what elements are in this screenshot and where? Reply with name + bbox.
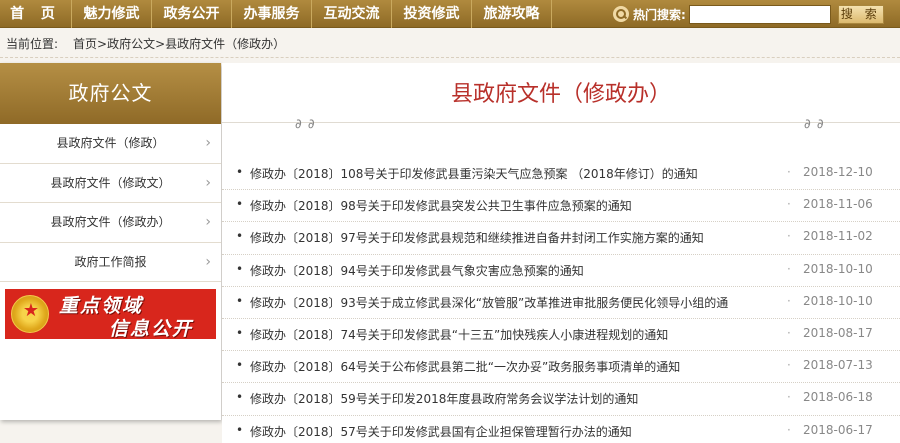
breadcrumb-divider [0, 57, 900, 58]
document-title-link[interactable]: 修政办〔2018〕57号关于印发修武县国有企业担保管理暂行办法的通知 [250, 423, 775, 440]
sidebar-item-work-brief[interactable]: 政府工作简报 › [0, 243, 221, 282]
separator-dot: · [787, 229, 791, 244]
breadcrumb-label: 当前位置: [6, 37, 59, 51]
bullet: • [236, 261, 244, 276]
separator-dot: · [787, 197, 791, 212]
nav-menu: 首 页 魅力修武 政务公开 办事服务 互动交流 投资修武 旅游攻略 [0, 0, 552, 28]
chevron-right-icon: › [205, 253, 211, 270]
sidebar-item-xiuzhengwen[interactable]: 县政府文件（修政文） › [0, 164, 221, 203]
banner-line-2: 信息公开 [109, 318, 194, 339]
document-date: 2018-10-10 [803, 261, 873, 276]
document-date: 2018-06-18 [803, 390, 873, 405]
document-date: 2018-11-06 [803, 197, 873, 212]
search-icon [613, 6, 629, 22]
bullet: • [236, 422, 244, 437]
breadcrumb: 当前位置: 首页>政府公文>县政府文件（修政办） [6, 35, 285, 52]
separator-dot: · [787, 422, 791, 437]
document-title-link[interactable]: 修政办〔2018〕74号关于印发修武县“十三五”加快残疾人小康进程规划的通知 [250, 326, 775, 343]
sidebar-item-xiuzhengban[interactable]: 县政府文件（修政办） › [0, 203, 221, 243]
sidebar-item-label: 县政府文件（修政文） [50, 175, 171, 190]
sidebar-title: 政府公文 [0, 63, 221, 124]
document-title-link[interactable]: 修政办〔2018〕94号关于印发修武县气象灾害应急预案的通知 [250, 262, 775, 279]
document-row[interactable]: • 修政办〔2018〕97号关于印发修武县规范和继续推进自备井封闭工作实施方案的通… [222, 222, 900, 255]
search-area: 热门搜索: 搜 索 [613, 3, 884, 25]
bullet: • [236, 358, 244, 373]
national-emblem-icon [11, 295, 50, 333]
nav-item-services[interactable]: 办事服务 [232, 0, 312, 28]
nav-item-interaction[interactable]: 互动交流 [312, 0, 392, 28]
separator-dot: · [787, 390, 791, 405]
document-row[interactable]: • 修政办〔2018〕74号关于印发修武县“十三五”加快残疾人小康进程规划的通知 ·… [222, 319, 900, 352]
document-date: 2018-11-02 [803, 229, 873, 244]
separator-dot: · [787, 325, 791, 340]
bullet: • [236, 165, 244, 179]
document-row[interactable]: • 修政办〔2018〕108号关于印发修武县重污染天气应急预案 （2018年修订）… [222, 158, 900, 191]
bullet: • [236, 197, 244, 212]
document-row[interactable]: • 修政办〔2018〕93号关于成立修武县深化“放管服”改革推进审批服务便民化领导… [222, 287, 900, 319]
document-list: • 修政办〔2018〕108号关于印发修武县重污染天气应急预案 （2018年修订）… [222, 158, 900, 443]
nav-item-charm[interactable]: 魅力修武 [72, 0, 152, 28]
sidebar: 政府公文 县政府文件（修政） › 县政府文件（修政文） › 县政府文件（修政办）… [0, 63, 221, 420]
document-row[interactable]: • 修政办〔2018〕57号关于印发修武县国有企业担保管理暂行办法的通知 · 2018… [222, 416, 900, 443]
clip-icon: ∂ ∂ [295, 117, 316, 132]
page-title: 县政府文件（修政办） [450, 82, 671, 107]
clip-icon: ∂ ∂ [804, 117, 825, 132]
document-title-link[interactable]: 修政办〔2018〕59号关于印发2018年度县政府常务会议学法计划的通知 [250, 390, 775, 407]
top-nav-bar: 首 页 魅力修武 政务公开 办事服务 互动交流 投资修武 旅游攻略 热门搜索: … [0, 0, 900, 28]
sidebar-item-xiuzheng[interactable]: 县政府文件（修政） › [0, 124, 221, 164]
document-title-link[interactable]: 修政办〔2018〕108号关于印发修武县重污染天气应急预案 （2018年修订）的… [250, 165, 775, 182]
nav-item-gov-affairs[interactable]: 政务公开 [152, 0, 232, 28]
search-input[interactable] [688, 4, 831, 24]
document-row[interactable]: • 修政办〔2018〕94号关于印发修武县气象灾害应急预案的通知 · 2018-10-… [222, 255, 900, 287]
separator-dot: · [787, 165, 791, 179]
document-date: 2018-08-17 [803, 325, 873, 340]
separator-dot: · [787, 293, 791, 308]
nav-item-investment[interactable]: 投资修武 [392, 0, 472, 28]
chevron-right-icon: › [205, 174, 211, 191]
search-button[interactable]: 搜 索 [837, 4, 884, 24]
bullet: • [236, 390, 244, 405]
bullet: • [236, 229, 244, 244]
document-date: 2018-06-17 [803, 422, 873, 437]
nav-item-tourism[interactable]: 旅游攻略 [472, 0, 552, 28]
document-title-link[interactable]: 修政办〔2018〕93号关于成立修武县深化“放管服”改革推进审批服务便民化领导小… [250, 294, 775, 311]
document-date: 2018-07-13 [803, 358, 873, 373]
document-row[interactable]: • 修政办〔2018〕64号关于公布修武县第二批“一次办妥”政务服务事项清单的通知… [222, 351, 900, 384]
document-title-link[interactable]: 修政办〔2018〕98号关于印发修武县突发公共卫生事件应急预案的通知 [250, 197, 775, 214]
chevron-right-icon: › [205, 214, 211, 230]
sidebar-item-label: 政府工作简报 [74, 254, 147, 269]
sidebar-item-label: 县政府文件（修政办） [50, 215, 171, 229]
document-title-link[interactable]: 修政办〔2018〕97号关于印发修武县规范和继续推进自备井封闭工作实施方案的通知 [250, 229, 775, 246]
main-content: 县政府文件（修政办） ∂ ∂ ∂ ∂ • 修政办〔2018〕108号关于印发修武县… [222, 63, 900, 443]
search-label: 热门搜索: [633, 7, 686, 22]
breadcrumb-path[interactable]: 首页>政府公文>县政府文件（修政办） [73, 37, 285, 51]
bullet: • [236, 325, 244, 340]
bullet: • [236, 293, 244, 308]
document-date: 2018-10-10 [803, 293, 873, 308]
key-info-disclosure-banner[interactable]: 重点领域 信息公开 [5, 289, 216, 339]
document-date: 2018-12-10 [803, 165, 873, 179]
sidebar-item-label: 县政府文件（修政） [56, 136, 165, 150]
chevron-right-icon: › [205, 135, 211, 151]
separator-dot: · [787, 261, 791, 276]
nav-item-home[interactable]: 首 页 [0, 0, 72, 28]
document-row[interactable]: • 修政办〔2018〕98号关于印发修武县突发公共卫生事件应急预案的通知 · 2018… [222, 190, 900, 223]
document-title-link[interactable]: 修政办〔2018〕64号关于公布修武县第二批“一次办妥”政务服务事项清单的通知 [250, 358, 775, 375]
title-rule [222, 122, 900, 123]
document-row[interactable]: • 修政办〔2018〕59号关于印发2018年度县政府常务会议学法计划的通知 · 20… [222, 383, 900, 416]
separator-dot: · [787, 358, 791, 373]
